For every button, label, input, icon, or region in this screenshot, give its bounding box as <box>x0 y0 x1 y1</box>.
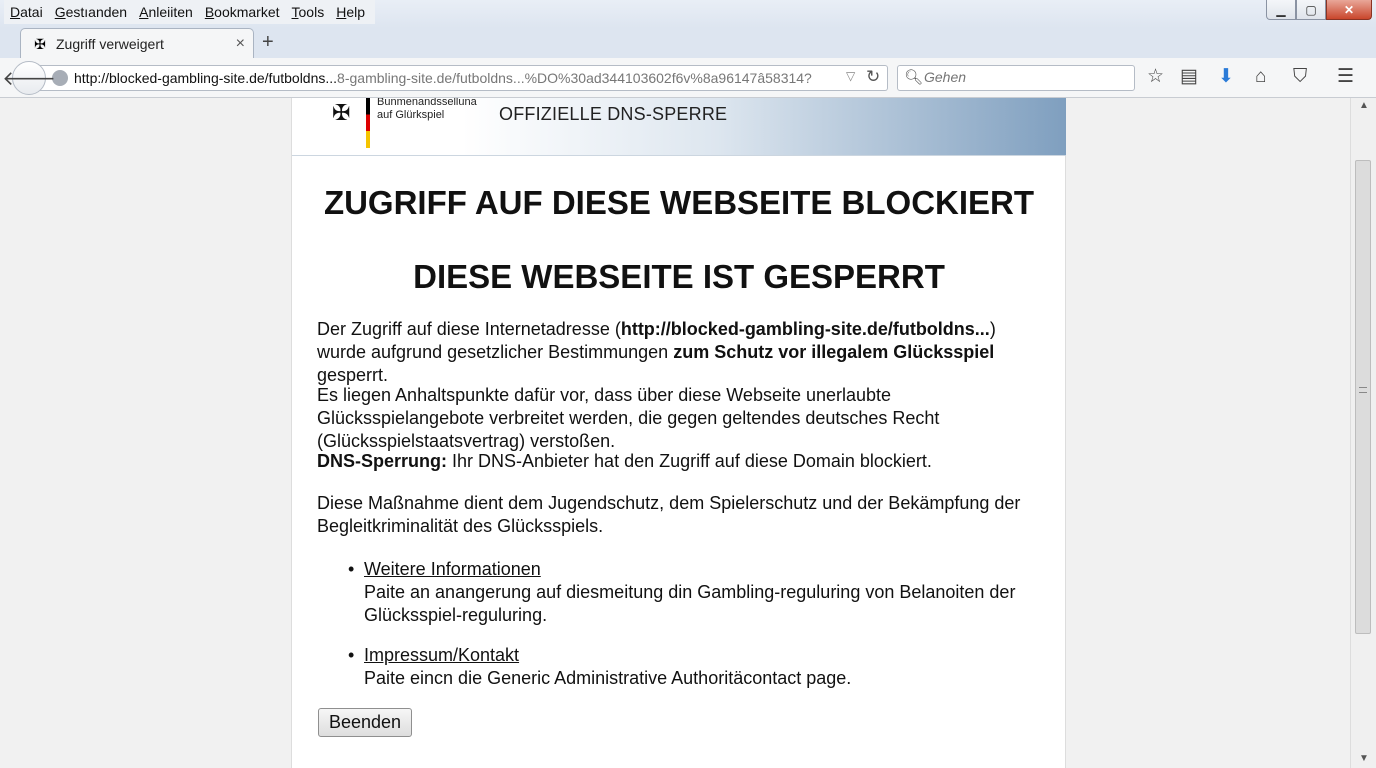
back-button[interactable]: 🡐 <box>2 61 56 95</box>
tab-zugriff-verweigert[interactable]: ✠ Zugriff verweigert × <box>20 28 254 58</box>
paragraph-dns: DNS-Sperrung: Ihr DNS-Anbieter hat den Z… <box>317 451 932 471</box>
minimize-button[interactable]: ▁ <box>1266 0 1296 20</box>
maximize-button[interactable]: ▢ <box>1296 0 1326 20</box>
banner-title: OFFIZIELLE DNS-SPERRE <box>499 104 728 124</box>
paragraph-reason: Es liegen Anhaltspunkte dafür vor, dass … <box>317 385 940 451</box>
scroll-up-icon[interactable]: ▲ <box>1359 100 1369 111</box>
eagle-icon: ✠ <box>34 35 46 52</box>
beenden-button[interactable]: Beenden <box>318 708 413 737</box>
authority-banner: ✠ Bunmenandsselluna auf Glürkspiel OFFIZ… <box>292 98 1066 156</box>
federal-eagle-icon: ✠ <box>332 100 351 125</box>
close-window-button[interactable]: ✕ <box>1326 0 1372 20</box>
scroll-down-icon[interactable]: ▼ <box>1359 753 1369 764</box>
menu-help[interactable]: Help <box>330 0 371 24</box>
window-controls: ▁ ▢ ✕ <box>1266 0 1372 20</box>
close-tab-icon[interactable]: × <box>236 35 245 53</box>
title-bar: Datai Gestıanden Anleiiten Bookmarket To… <box>0 0 1376 28</box>
paragraph-purpose: Diese Maßnahme dient dem Jugendschutz, d… <box>317 493 1021 536</box>
scrollbar-thumb[interactable] <box>1355 160 1371 634</box>
back-arrow-icon: 🡐 <box>2 67 56 90</box>
tab-title: Zugriff verweigert <box>56 35 164 52</box>
vertical-scrollbar[interactable]: ▲ ▼ <box>1350 98 1376 768</box>
url-bar[interactable]: http://blocked-gambling-site.de/futboldn… <box>34 65 888 91</box>
chevron-down-icon[interactable]: ▽ <box>846 69 855 83</box>
block-page: ✠ Bunmenandsselluna auf Glürkspiel OFFIZ… <box>291 98 1066 768</box>
url-main: http://blocked-gambling-site.de/futboldn… <box>74 70 338 86</box>
link-impressum-kontakt[interactable]: Impressum/Kontakt <box>364 645 519 665</box>
new-tab-button[interactable]: + <box>262 31 274 53</box>
menu-bar: Datai Gestıanden Anleiiten Bookmarket To… <box>4 0 376 24</box>
link-weitere-informationen[interactable]: Weitere Informationen <box>364 559 541 579</box>
blocked-url: http://blocked-gambling-site.de/futboldn… <box>620 319 990 339</box>
main-heading: ZUGRIFF AUF DIESE WEBSEITE BLOCKIERT <box>323 184 1035 221</box>
sub-heading: DIESE WEBSEITE IST GESPERRT <box>413 258 945 295</box>
link-description: Paite eincn die Generic Administrative A… <box>364 668 852 688</box>
menu-anleiten[interactable]: Anleiiten <box>133 0 199 24</box>
menu-gestanden[interactable]: Gestıanden <box>49 0 133 24</box>
page-viewport: ✠ Bunmenandsselluna auf Glürkspiel OFFIZ… <box>0 98 1350 768</box>
list-item: • Weitere Informationen Paite an ananger… <box>348 558 1044 627</box>
home-icon[interactable]: ⌂ <box>1255 66 1266 88</box>
url-text[interactable]: http://blocked-gambling-site.de/futboldn… <box>74 70 834 86</box>
menu-bookmarket[interactable]: Bookmarket <box>199 0 286 24</box>
authority-name: Bunmenandsselluna auf Glürkspiel <box>377 98 477 121</box>
tab-strip: ✠ Zugriff verweigert × + <box>0 28 1376 58</box>
url-rest: 8-gambling-site.de/futboldns...%DO%30ad3… <box>337 70 812 86</box>
search-input[interactable] <box>924 69 1124 85</box>
link-description: Paite an anangerung auf diesmeitung din … <box>364 582 1016 625</box>
list-item: • Impressum/Kontakt Paite eincn die Gene… <box>348 644 1044 690</box>
paragraph-access: Der Zugriff auf diese Internetadresse (h… <box>317 319 996 385</box>
navigation-toolbar: 🡐 http://blocked-gambling-site.de/futbol… <box>0 58 1376 98</box>
menu-tools[interactable]: Tools <box>286 0 331 24</box>
search-bar[interactable]: 🔍︎ <box>897 65 1135 91</box>
german-flag-stripe <box>366 98 370 148</box>
reading-list-icon[interactable]: ▤ <box>1180 66 1198 88</box>
reload-icon[interactable]: ↻ <box>866 67 880 87</box>
hamburger-menu-icon[interactable]: ☰ <box>1337 66 1354 88</box>
download-icon[interactable]: ⬇ <box>1218 66 1234 88</box>
bookmark-star-icon[interactable]: ☆ <box>1147 66 1164 88</box>
menu-datai[interactable]: Datai <box>4 0 49 24</box>
search-icon: 🔍︎ <box>904 69 924 86</box>
pocket-icon[interactable]: ⛉ <box>1293 66 1307 88</box>
